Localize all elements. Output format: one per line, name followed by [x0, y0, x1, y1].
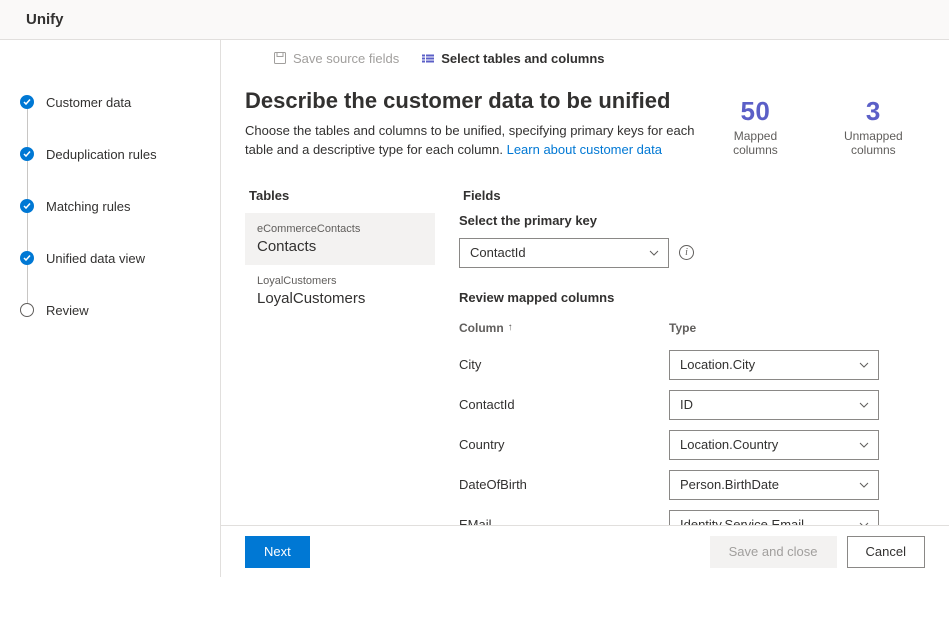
content-area[interactable]: Describe the customer data to be unified…	[221, 76, 949, 525]
tab-select-tables-columns[interactable]: Select tables and columns	[419, 47, 606, 70]
page-title: Describe the customer data to be unified	[245, 88, 711, 114]
checkmark-icon	[20, 199, 34, 213]
page-description: Choose the tables and columns to be unif…	[245, 122, 711, 160]
stat-mapped-columns: 50 Mapped columns	[711, 96, 799, 157]
chevron-down-icon	[858, 439, 870, 454]
stat-label: Mapped columns	[711, 129, 799, 157]
fields-header: Fields	[459, 182, 925, 213]
type-select[interactable]: Location.Country	[669, 430, 879, 460]
app-header: Unify	[0, 0, 949, 40]
chevron-down-icon	[858, 359, 870, 374]
stat-value: 3	[822, 96, 925, 127]
column-name: City	[459, 357, 669, 372]
chevron-down-icon	[648, 247, 660, 262]
select-value: ID	[680, 397, 693, 412]
table-item-contacts[interactable]: eCommerceContacts Contacts	[245, 213, 435, 265]
column-name: Country	[459, 437, 669, 452]
table-source: LoyalCustomers	[257, 275, 423, 287]
step-matching-rules[interactable]: Matching rules	[20, 180, 220, 232]
wizard-steps-sidebar: Customer data Deduplication rules Matchi…	[0, 40, 220, 577]
checkmark-icon	[20, 95, 34, 109]
step-unified-data-view[interactable]: Unified data view	[20, 232, 220, 284]
select-value: ContactId	[470, 245, 526, 260]
sort-ascending-icon: ↑	[508, 322, 513, 333]
step-label: Deduplication rules	[46, 147, 157, 162]
column-name: DateOfBirth	[459, 477, 669, 492]
app-title: Unify	[26, 11, 64, 28]
chevron-down-icon	[858, 519, 870, 525]
checkmark-icon	[20, 251, 34, 265]
chevron-down-icon	[858, 399, 870, 414]
column-name: EMail	[459, 517, 669, 525]
circle-icon	[20, 303, 34, 317]
step-customer-data[interactable]: Customer data	[20, 76, 220, 128]
primary-key-select[interactable]: ContactId	[459, 238, 669, 268]
select-value: Identity.Service.Email	[680, 517, 804, 525]
column-name: ContactId	[459, 397, 669, 412]
table-name: Contacts	[257, 238, 423, 255]
stat-value: 50	[711, 96, 799, 127]
table-source: eCommerceContacts	[257, 223, 423, 235]
table-name: LoyalCustomers	[257, 290, 423, 307]
stat-label: Unmapped columns	[822, 129, 925, 157]
primary-key-label: Select the primary key	[459, 213, 925, 228]
mapped-row: City Location.City	[459, 345, 925, 385]
mapped-row: EMail Identity.Service.Email	[459, 505, 925, 525]
info-icon: i	[679, 245, 694, 260]
chevron-down-icon	[858, 479, 870, 494]
table-icon	[421, 51, 435, 65]
tables-header: Tables	[245, 182, 435, 213]
type-select[interactable]: Location.City	[669, 350, 879, 380]
wizard-footer: Next Save and close Cancel	[221, 525, 949, 577]
mapped-row: Country Location.Country	[459, 425, 925, 465]
step-deduplication-rules[interactable]: Deduplication rules	[20, 128, 220, 180]
select-value: Person.BirthDate	[680, 477, 779, 492]
save-and-close-button: Save and close	[710, 536, 837, 568]
step-label: Matching rules	[46, 199, 131, 214]
learn-link[interactable]: Learn about customer data	[507, 142, 662, 157]
review-title: Review mapped columns	[459, 290, 925, 305]
save-icon	[273, 51, 287, 65]
select-value: Location.City	[680, 357, 755, 372]
column-header-type[interactable]: Type	[669, 321, 879, 335]
step-label: Review	[46, 303, 89, 318]
checkmark-icon	[20, 147, 34, 161]
tab-save-source-fields: Save source fields	[271, 47, 401, 70]
column-header-column[interactable]: Column ↑	[459, 321, 669, 335]
step-label: Unified data view	[46, 251, 145, 266]
tab-label: Save source fields	[293, 51, 399, 66]
tool-tabs: Save source fields Select tables and col…	[221, 40, 949, 76]
type-select[interactable]: Person.BirthDate	[669, 470, 879, 500]
cancel-button[interactable]: Cancel	[847, 536, 925, 568]
step-label: Customer data	[46, 95, 131, 110]
type-select[interactable]: Identity.Service.Email	[669, 510, 879, 525]
mapped-row: DateOfBirth Person.BirthDate	[459, 465, 925, 505]
step-review[interactable]: Review	[20, 284, 220, 336]
select-value: Location.Country	[680, 437, 778, 452]
next-button[interactable]: Next	[245, 536, 310, 568]
stat-unmapped-columns: 3 Unmapped columns	[822, 96, 925, 157]
mapped-row: ContactId ID	[459, 385, 925, 425]
table-item-loyalcustomers[interactable]: LoyalCustomers LoyalCustomers	[245, 265, 435, 317]
tab-label: Select tables and columns	[441, 51, 604, 66]
type-select[interactable]: ID	[669, 390, 879, 420]
